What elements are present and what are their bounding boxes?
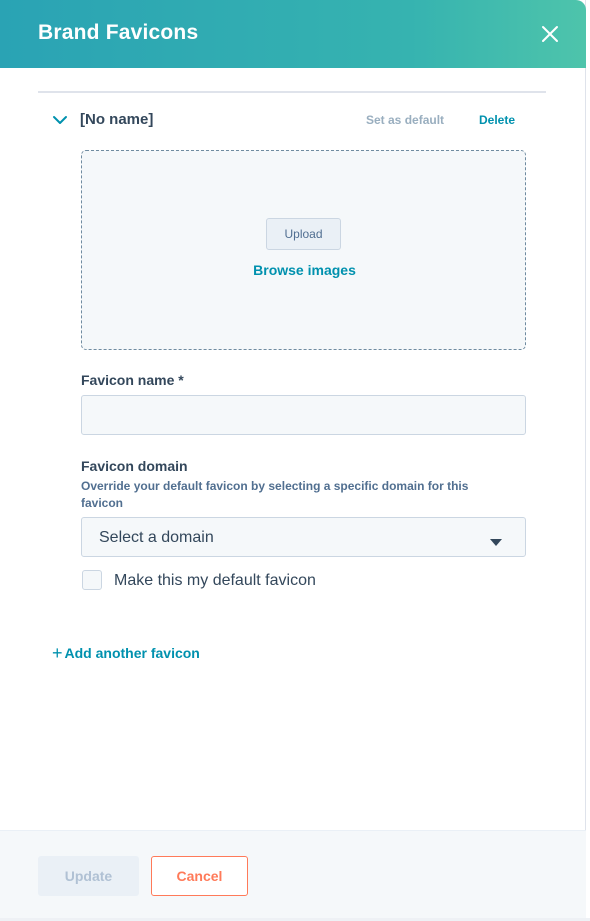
image-dropzone[interactable]: Upload Browse images (81, 150, 526, 350)
upload-button[interactable]: Upload (266, 218, 341, 250)
favicon-domain-label: Favicon domain (81, 458, 188, 474)
close-icon (542, 26, 558, 42)
close-button[interactable] (538, 22, 562, 46)
default-favicon-checkbox-row[interactable]: Make this my default favicon (82, 570, 382, 592)
favicon-domain-help: Override your default favicon by selecti… (81, 479, 469, 510)
section-divider (38, 91, 546, 93)
plus-icon: + (52, 643, 63, 663)
set-as-default-link[interactable]: Set as default (366, 113, 444, 127)
favicon-name-input[interactable] (81, 395, 526, 435)
default-favicon-checkbox-label: Make this my default favicon (114, 572, 316, 589)
cancel-button[interactable]: Cancel (151, 856, 248, 896)
chevron-down-icon[interactable] (52, 113, 68, 125)
add-another-favicon-link[interactable]: + Add another favicon (52, 643, 200, 664)
delete-link[interactable]: Delete (479, 113, 515, 127)
add-another-favicon-label: Add another favicon (64, 645, 200, 661)
panel-title: Brand Favicons (38, 21, 199, 44)
panel-footer: Update Cancel (0, 830, 586, 921)
favicon-panel: Brand Favicons [No name] Set as default … (0, 0, 586, 921)
domain-select[interactable]: Select a domain (81, 517, 526, 557)
panel-header: Brand Favicons (0, 0, 586, 68)
favicon-item-header: [No name] Set as default Delete (52, 108, 532, 132)
favicon-item-title: [No name] (80, 111, 154, 128)
update-button[interactable]: Update (38, 856, 139, 896)
caret-down-icon (490, 534, 502, 546)
default-favicon-checkbox[interactable] (82, 570, 102, 590)
domain-select-value: Select a domain (99, 529, 214, 546)
favicon-name-label: Favicon name * (81, 372, 184, 388)
browse-images-link[interactable]: Browse images (82, 262, 527, 278)
